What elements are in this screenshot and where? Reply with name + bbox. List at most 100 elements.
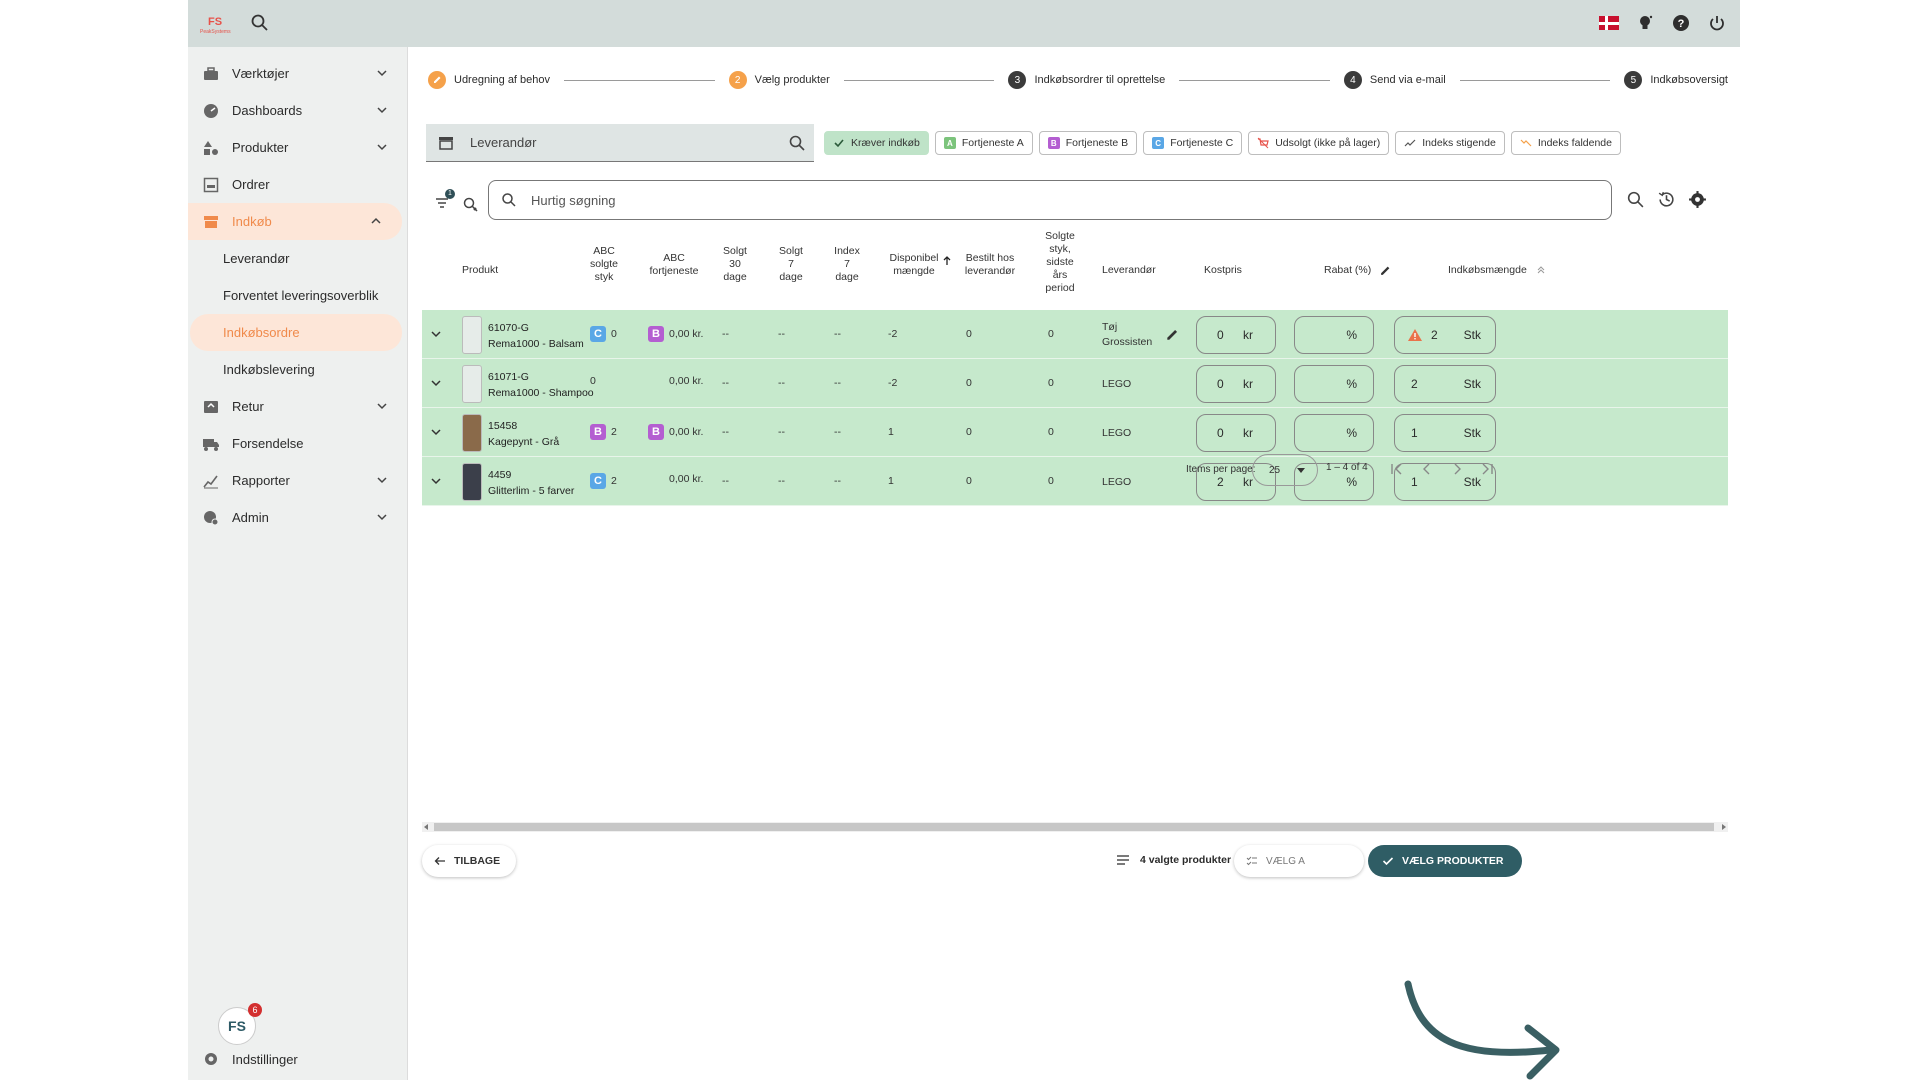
sort-icon[interactable] <box>1536 265 1546 275</box>
badge-b-icon: B <box>1047 137 1060 149</box>
lightbulb-icon[interactable] <box>1634 12 1656 34</box>
gear-icon[interactable] <box>1688 190 1707 209</box>
edit-icon[interactable] <box>1166 328 1179 341</box>
search-icon[interactable] <box>250 13 270 33</box>
items-per-page-select[interactable]: 25 <box>1252 454 1318 486</box>
step-5[interactable]: 5 Indkøbsoversigt <box>1624 71 1728 89</box>
next-page-icon[interactable] <box>1448 460 1466 478</box>
col-supplier[interactable]: Leverandør <box>1102 264 1156 277</box>
sidebar-item-retur[interactable]: Retur <box>188 388 408 425</box>
product-name: Kagepynt - Grå <box>488 436 560 448</box>
chevron-down-icon[interactable] <box>376 511 388 523</box>
col-available[interactable]: Disponibel mængde <box>882 252 951 278</box>
sidebar-subitem-leverandoer[interactable]: Leverandør <box>188 240 408 277</box>
qty-input[interactable]: 2 Stk <box>1394 316 1496 354</box>
horizontal-scrollbar[interactable] <box>422 822 1728 832</box>
expand-row-icon[interactable] <box>430 328 442 340</box>
step-2[interactable]: 2 Vælg produkter <box>728 71 830 89</box>
search-icon[interactable] <box>1626 190 1645 209</box>
back-button[interactable]: TILBAGE <box>422 845 517 877</box>
vendor-select[interactable]: Leverandør <box>426 124 814 162</box>
qty-input[interactable]: 1 Stk <box>1394 414 1496 452</box>
power-icon[interactable] <box>1706 12 1728 34</box>
product-thumbnail <box>462 414 482 452</box>
col-cost[interactable]: Kostpris <box>1204 264 1242 277</box>
sidebar-item-dashboards[interactable]: Dashboards <box>188 92 408 129</box>
step-1[interactable]: Udregning af behov <box>428 71 550 89</box>
paginator: Items per page: 25 1 – 4 of 4 <box>422 454 1728 486</box>
sidebar-item-produkter[interactable]: Produkter <box>188 129 408 166</box>
scroll-left-icon[interactable] <box>424 824 428 830</box>
col-sold-last-year[interactable]: Solgte styk, sidste års period <box>1040 230 1080 295</box>
col-abc-units[interactable]: ABC solgte styk <box>584 245 624 284</box>
history-icon[interactable] <box>1657 190 1676 209</box>
scroll-right-icon[interactable] <box>1722 824 1726 830</box>
svg-text:PeakSystems: PeakSystems <box>200 29 231 35</box>
cost-input[interactable]: 0 kr <box>1196 365 1276 403</box>
sidebar-item-indkoeb[interactable]: Indkøb <box>188 203 402 240</box>
select-all-button[interactable]: VÆLG A <box>1234 845 1364 877</box>
sidebar-item-vaerktoejer[interactable]: Værktøjer <box>188 55 408 92</box>
chevron-down-icon[interactable] <box>376 400 388 412</box>
cost-input[interactable]: 0 kr <box>1196 316 1276 354</box>
sidebar-item-admin[interactable]: Admin <box>188 499 408 536</box>
chip-kraever-indkoeb[interactable]: Kræver indkøb <box>824 131 929 155</box>
col-product[interactable]: Produkt <box>462 264 498 277</box>
col-index7[interactable]: Index 7 dage <box>832 245 862 284</box>
sidebar-item-forsendelse[interactable]: Forsendelse <box>188 425 408 462</box>
search-settings-icon[interactable] <box>462 196 480 214</box>
table-row[interactable]: 15458 Kagepynt - Grå B2 B 0,00 kr. -- -- … <box>422 408 1728 457</box>
chevron-down-icon[interactable] <box>376 141 388 153</box>
chip-fortjeneste-a[interactable]: A Fortjeneste A <box>934 131 1033 155</box>
last-page-icon[interactable] <box>1478 460 1496 478</box>
chevron-up-icon[interactable] <box>370 215 382 227</box>
col-sold7[interactable]: Solgt 7 dage <box>776 245 806 284</box>
col-text: dage <box>723 271 747 283</box>
select-products-button[interactable]: VÆLG PRODUKTER <box>1368 845 1522 877</box>
prev-page-icon[interactable] <box>1418 460 1436 478</box>
expand-row-icon[interactable] <box>430 426 442 438</box>
help-icon[interactable]: ? <box>1670 12 1692 34</box>
chip-indeks-stigende[interactable]: Indeks stigende <box>1395 131 1505 155</box>
abc-badge: B <box>648 424 664 440</box>
edit-icon[interactable] <box>1380 265 1391 276</box>
app-logo[interactable]: FS PeakSystems <box>198 12 238 36</box>
sidebar-item-label: Produkter <box>232 140 289 155</box>
col-discount[interactable]: Rabat (%) <box>1324 264 1391 277</box>
chevron-down-icon[interactable] <box>376 474 388 486</box>
step-4[interactable]: 4 Send via e-mail <box>1343 71 1446 89</box>
expand-row-icon[interactable] <box>430 377 442 389</box>
discount-input[interactable]: % <box>1294 365 1374 403</box>
col-text: solgte <box>589 258 619 270</box>
quick-search-input[interactable]: Hurtig søgning <box>488 180 1612 220</box>
sidebar-subitem-forventet-leveringsoverblik[interactable]: Forventet leveringsoverblik <box>188 277 408 314</box>
sort-asc-icon[interactable] <box>942 256 952 266</box>
first-page-icon[interactable] <box>1388 460 1406 478</box>
col-ordered[interactable]: Bestilt hos leverandør <box>958 252 1022 278</box>
sidebar-item-label: Indkøb <box>232 214 272 229</box>
sidebar-item-rapporter[interactable]: Rapporter <box>188 462 408 499</box>
sidebar-subitem-indkoebslevering[interactable]: Indkøbslevering <box>188 351 408 388</box>
chip-udsolgt[interactable]: Udsolgt (ikke på lager) <box>1248 131 1390 155</box>
table-row[interactable]: 61070-G Rema1000 - Balsam C0 B 0,00 kr. -… <box>422 310 1728 359</box>
settings-button[interactable]: Indstillinger <box>202 1050 298 1068</box>
sidebar-item-ordrer[interactable]: Ordrer <box>188 166 408 203</box>
scrollbar-thumb[interactable] <box>434 823 1714 831</box>
step-3[interactable]: 3 Indkøbsordrer til oprettelse <box>1008 71 1165 89</box>
sidebar-subitem-indkoebsordre[interactable]: Indkøbsordre <box>190 314 402 351</box>
chevron-down-icon[interactable] <box>376 67 388 79</box>
discount-input[interactable]: % <box>1294 316 1374 354</box>
table-row[interactable]: 61071-G Rema1000 - Shampoo 0 0,00 kr. --… <box>422 359 1728 408</box>
qty-input[interactable]: 2 Stk <box>1394 365 1496 403</box>
col-sold30[interactable]: Solgt 30 dage <box>720 245 750 284</box>
chip-fortjeneste-b[interactable]: B Fortjeneste B <box>1038 131 1138 155</box>
search-icon[interactable] <box>788 134 806 152</box>
col-abc-profit[interactable]: ABC fortjeneste <box>644 252 704 278</box>
flag-dk-icon[interactable] <box>1598 12 1620 34</box>
discount-input[interactable]: % <box>1294 414 1374 452</box>
chip-indeks-faldende[interactable]: Indeks faldende <box>1510 131 1621 155</box>
col-qty[interactable]: Indkøbsmængde <box>1448 264 1546 277</box>
chevron-down-icon[interactable] <box>376 104 388 116</box>
chip-fortjeneste-c[interactable]: C Fortjeneste C <box>1143 131 1243 155</box>
cost-input[interactable]: 0 kr <box>1196 414 1276 452</box>
